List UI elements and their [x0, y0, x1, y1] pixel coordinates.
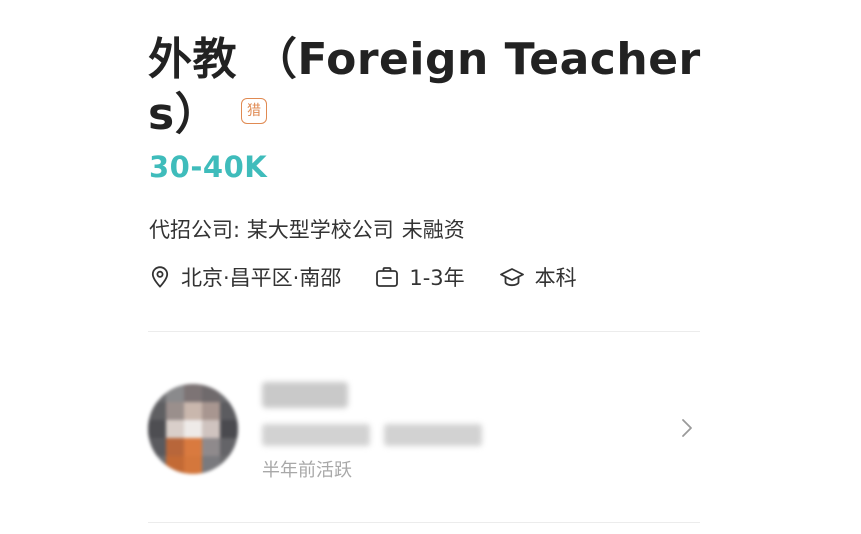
recruiter-avatar[interactable] [148, 384, 238, 474]
headhunter-badge: 猎 [241, 98, 268, 124]
divider [148, 522, 700, 523]
education-item: 本科 [499, 262, 577, 292]
recruiter-title-redacted [384, 424, 482, 446]
job-title-text: 外教 （Foreign Teachers） [148, 34, 701, 140]
divider [148, 331, 700, 332]
company-funding: 未融资 [401, 218, 465, 242]
location-pin-icon [151, 266, 169, 288]
company-name[interactable]: 某大型学校公司 [247, 218, 394, 242]
salary-range: 30-40K [149, 150, 268, 184]
chevron-right-icon[interactable] [680, 417, 694, 439]
location-text: 北京·昌平区·南邵 [181, 266, 342, 290]
graduation-cap-icon [499, 268, 524, 287]
job-meta-row: 北京·昌平区·南邵 1-3年 本科 [149, 262, 577, 292]
experience-item: 1-3年 [375, 262, 465, 292]
briefcase-icon [376, 267, 399, 287]
job-title: 外教 （Foreign Teachers）猎 [148, 32, 708, 142]
company-label: 代招公司: [149, 218, 241, 242]
location-item: 北京·昌平区·南邵 [149, 262, 341, 292]
recruiter-active-status: 半年前活跃 [262, 460, 352, 481]
recruiter-name-redacted [262, 382, 348, 408]
experience-text: 1-3年 [409, 266, 465, 290]
recruiter-info-redacted [262, 424, 370, 446]
education-text: 本科 [534, 266, 577, 290]
recruiter-card[interactable]: 半年前活跃 [148, 360, 700, 500]
company-row: 代招公司: 某大型学校公司 未融资 [149, 214, 465, 244]
